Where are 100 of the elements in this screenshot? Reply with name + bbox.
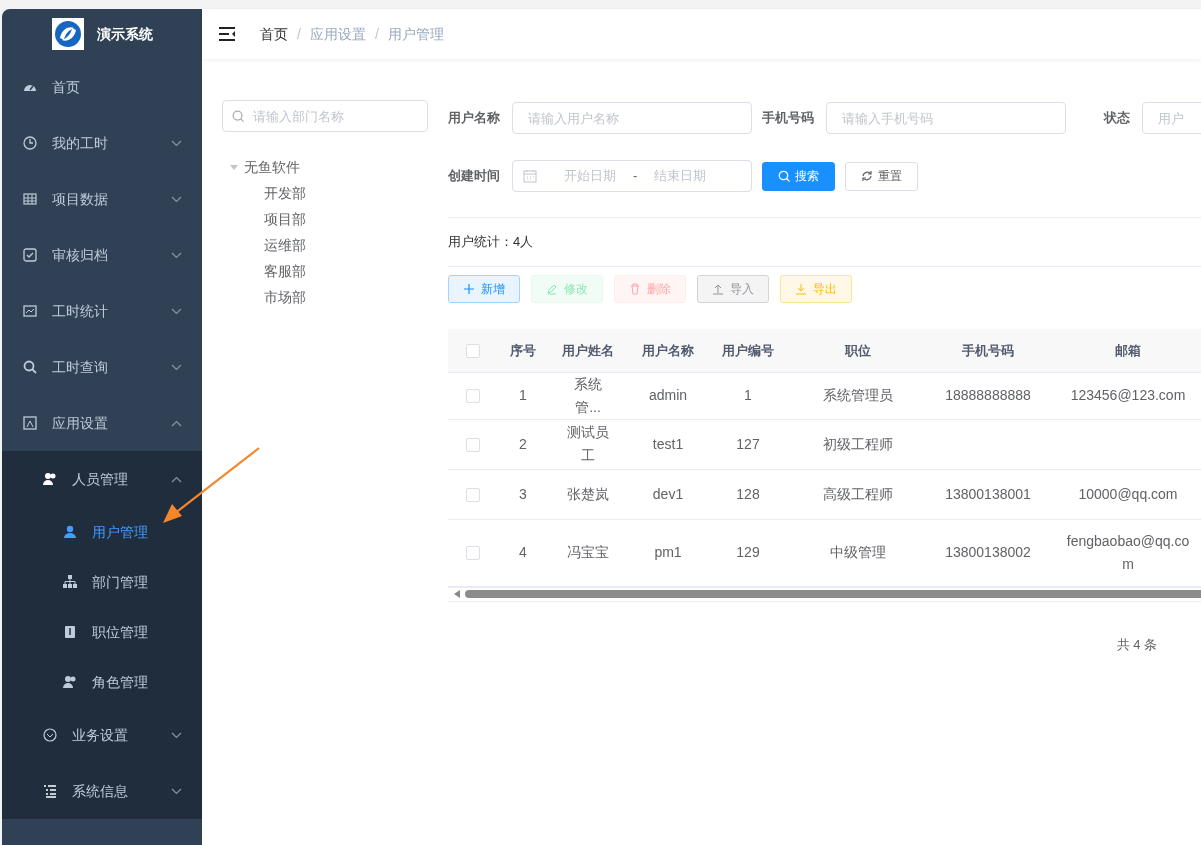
- table-cell: 系统管...: [574, 375, 602, 415]
- search-icon: [778, 170, 790, 182]
- start-date-field[interactable]: 开始日期: [553, 166, 627, 186]
- reset-button[interactable]: 重置: [845, 161, 918, 191]
- date-range-field[interactable]: 开始日期 - 结束日期: [512, 160, 752, 192]
- table-cell: 18888888888: [945, 387, 1031, 403]
- search-icon: [22, 359, 38, 375]
- checkbox-icon: [22, 247, 38, 263]
- column-header: 手机号码: [962, 342, 1014, 358]
- org-chart-icon: [62, 574, 78, 590]
- table-cell: 中级管理: [830, 544, 886, 560]
- user-stats-text: 用户统计：4人: [448, 233, 534, 252]
- menu-icon[interactable]: [218, 27, 236, 41]
- table-cell: 测试员工: [567, 424, 609, 463]
- table-cell: 13800138002: [945, 544, 1031, 560]
- pencil-icon: [546, 283, 558, 295]
- column-header: 邮箱: [1115, 342, 1141, 358]
- table-cell: dev1: [652, 485, 684, 502]
- menu-item[interactable]: 职位管理: [2, 607, 202, 657]
- logo-icon: [52, 18, 84, 50]
- menu-item[interactable]: 人员管理: [2, 451, 202, 507]
- checkbox[interactable]: [466, 546, 480, 561]
- chevron-up-icon: [171, 475, 182, 483]
- table-cell: 2: [519, 435, 527, 452]
- field-label: 创建时间: [448, 167, 500, 186]
- checkbox[interactable]: [466, 487, 480, 502]
- breadcrumb-separator: /: [297, 24, 301, 44]
- table-cell: 系统管理员: [823, 387, 893, 403]
- end-date-field[interactable]: 结束日期: [643, 166, 718, 186]
- caret-icon: [230, 163, 238, 171]
- tree-node[interactable]: 无鱼软件: [222, 154, 428, 180]
- menu-item[interactable]: 业务设置: [2, 707, 202, 763]
- chevron-down-icon: [171, 195, 182, 203]
- breadcrumb-item: 应用设置: [309, 24, 366, 44]
- column-header: 用户编号: [722, 342, 774, 358]
- column-header: 用户名称: [642, 342, 694, 358]
- table-cell: 1: [519, 387, 527, 403]
- horizontal-scrollbar[interactable]: [448, 586, 1201, 602]
- checkbox[interactable]: [466, 389, 480, 404]
- breadcrumb-separator: /: [374, 24, 379, 44]
- chevron-down-icon: [171, 787, 182, 795]
- input-field[interactable]: 用户: [1142, 102, 1201, 134]
- table-cell: 123456@123.com: [1070, 387, 1186, 403]
- table-cell: 10000@qq.com: [1078, 485, 1178, 502]
- scroll-left-icon[interactable]: [454, 590, 460, 598]
- trash-icon: [629, 283, 641, 295]
- field-label: 状态: [1104, 109, 1130, 128]
- table-cell: 冯宝宝: [567, 544, 609, 560]
- field-label: 手机号码: [762, 109, 814, 128]
- table-cell: 1: [744, 387, 752, 403]
- tree-node[interactable]: 客服部: [222, 258, 428, 284]
- table-cell: 3: [519, 485, 527, 502]
- chevron-down-icon: [171, 307, 182, 315]
- breadcrumb-item: 用户管理: [387, 24, 444, 44]
- plus-icon: [463, 283, 475, 295]
- upload-icon: [712, 283, 724, 295]
- users-icon: [62, 674, 78, 690]
- column-header: 用户姓名: [562, 342, 614, 358]
- search-icon: [232, 110, 245, 123]
- pagination-total: 共 4 条: [1116, 635, 1157, 654]
- frame-icon: [22, 415, 38, 431]
- input-field[interactable]: 请输入手机号码: [826, 102, 1066, 134]
- menu-item[interactable]: 系统信息: [2, 763, 202, 819]
- table-cell: 128: [736, 485, 760, 502]
- tree-node[interactable]: 市场部: [222, 284, 428, 310]
- tree-node[interactable]: 运维部: [222, 232, 428, 258]
- calendar-icon: [523, 169, 537, 183]
- chevron-down-icon: [171, 139, 182, 147]
- tree-node[interactable]: 项目部: [222, 206, 428, 232]
- table-cell: 张楚岚: [567, 485, 609, 502]
- table-cell: 129: [736, 544, 760, 560]
- table-cell: fengbaobao@qq.com: [1066, 532, 1190, 572]
- refresh-icon: [861, 170, 873, 182]
- checkbox[interactable]: [466, 344, 480, 359]
- clock-icon: [22, 135, 38, 151]
- chevron-down-icon: [171, 363, 182, 371]
- chevron-down-icon: [171, 731, 182, 739]
- tree-node[interactable]: 开发部: [222, 180, 428, 206]
- user-icon: [62, 524, 78, 540]
- table-cell: 高级工程师: [823, 485, 893, 502]
- table-cell: 4: [519, 544, 527, 560]
- input-field[interactable]: 请输入用户名称: [512, 102, 752, 134]
- list-icon: [42, 783, 58, 799]
- table-cell: admin: [648, 387, 688, 403]
- table-cell: 127: [736, 435, 760, 452]
- menu-item[interactable]: 角色管理: [2, 657, 202, 707]
- table-icon: [22, 191, 38, 207]
- menu-item[interactable]: 用户管理: [2, 507, 202, 557]
- badge-icon: [62, 624, 78, 640]
- chevron-up-icon: [171, 419, 182, 427]
- menu-item[interactable]: 部门管理: [2, 557, 202, 607]
- table-cell: 初级工程师: [823, 435, 893, 452]
- app-title: 演示系统: [97, 24, 153, 44]
- users-icon: [42, 471, 58, 487]
- column-header: 序号: [510, 342, 536, 358]
- table-cell: pm1: [654, 544, 682, 560]
- field-label: 用户名称: [448, 109, 500, 128]
- table-cell: 13800138001: [945, 485, 1031, 502]
- checkbox[interactable]: [466, 437, 480, 452]
- breadcrumb-link[interactable]: 首页: [260, 23, 288, 45]
